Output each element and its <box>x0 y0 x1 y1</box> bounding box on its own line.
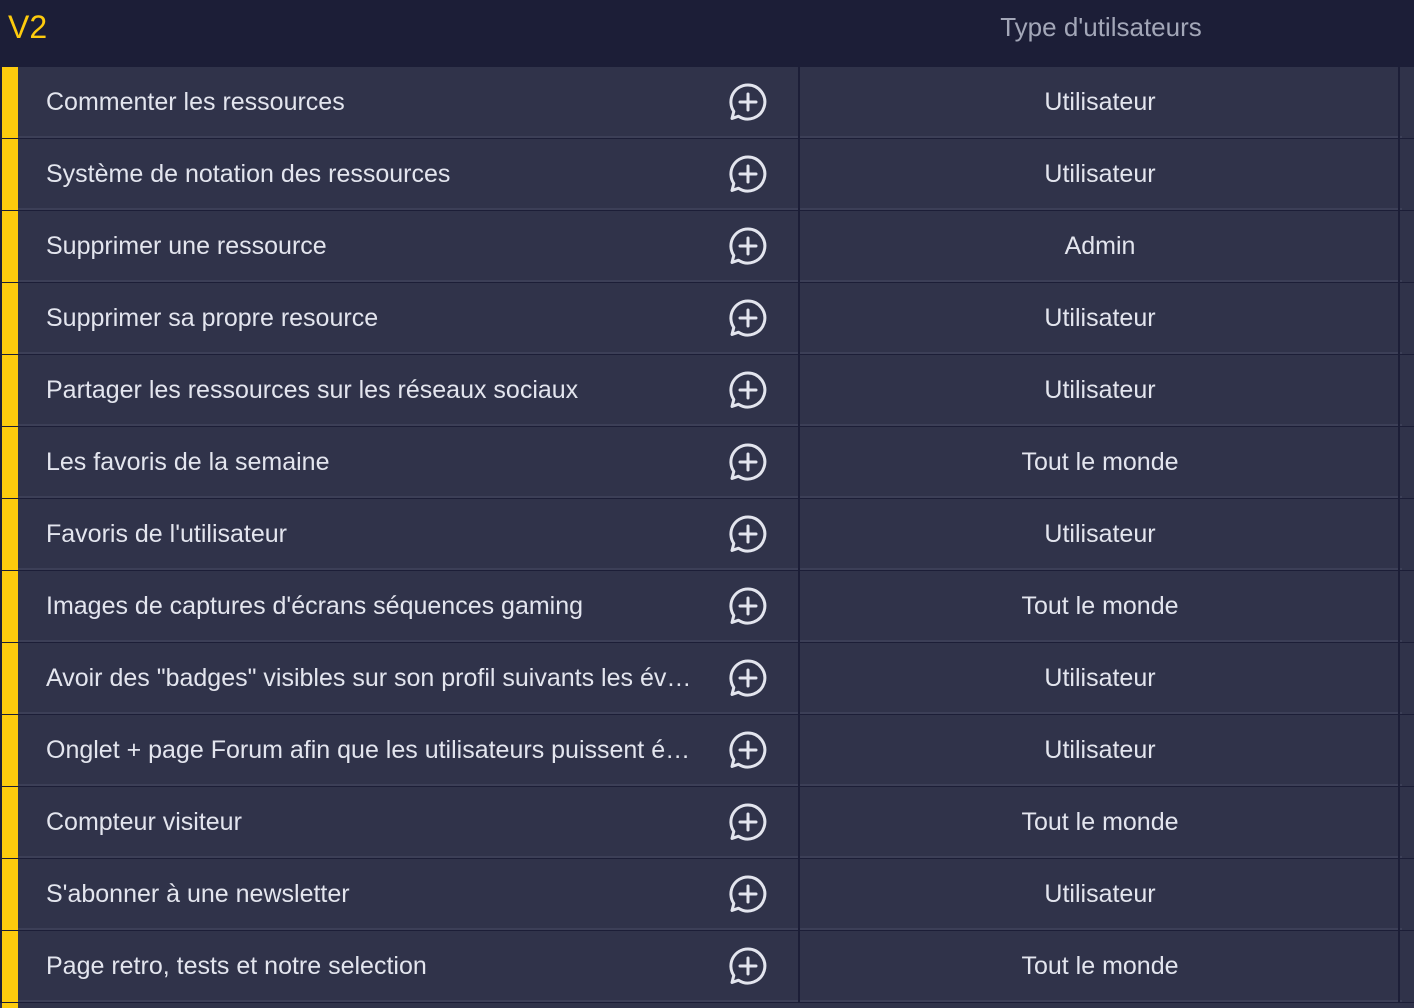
item-name[interactable]: Compteur visiteur <box>46 805 706 839</box>
item-name-cell[interactable]: Système de notation des ressources <box>18 139 800 210</box>
user-type-cell[interactable]: Tout le monde <box>802 787 1400 858</box>
item-name[interactable]: Les favoris de la semaine <box>46 445 706 479</box>
board-header: V2 Type d'utilsateurs <box>0 0 1414 67</box>
group-color-bar <box>2 643 18 714</box>
add-update-bubble-icon[interactable] <box>726 296 770 340</box>
group-color-bar <box>2 499 18 570</box>
item-name-cell[interactable]: Avoir des "badges" visibles sur son prof… <box>18 643 800 714</box>
table-row: Compteur visiteur Tout le monde <box>0 787 1414 859</box>
group-color-bar <box>2 139 18 210</box>
group-color-bar <box>2 571 18 642</box>
column-header-user-type[interactable]: Type d'utilsateurs <box>802 10 1400 44</box>
add-update-bubble-icon[interactable] <box>726 656 770 700</box>
user-type-cell[interactable]: Tout le monde <box>802 931 1400 1002</box>
group-color-bar <box>2 787 18 858</box>
item-name-cell[interactable]: Onglet + page Forum afin que les utilisa… <box>18 715 800 786</box>
user-type-cell[interactable]: Utilisateur <box>802 67 1400 138</box>
group-color-bar <box>2 715 18 786</box>
user-type-cell[interactable]: Utilisateur <box>802 643 1400 714</box>
user-type-cell[interactable]: Utilisateur <box>802 715 1400 786</box>
group-color-bar <box>2 211 18 282</box>
item-name[interactable]: S'abonner à une newsletter <box>46 877 706 911</box>
item-name[interactable]: Commenter les ressources <box>46 85 706 119</box>
add-update-bubble-icon[interactable] <box>726 800 770 844</box>
add-update-bubble-icon[interactable] <box>726 368 770 412</box>
item-name-cell[interactable]: S'abonner à une newsletter <box>18 859 800 930</box>
table-row: Système de notation des ressources Utili… <box>0 139 1414 211</box>
group-color-bar <box>2 859 18 930</box>
add-update-bubble-icon[interactable] <box>726 512 770 556</box>
add-update-bubble-icon[interactable] <box>726 728 770 772</box>
item-name-cell[interactable]: Compteur visiteur <box>18 787 800 858</box>
item-name[interactable]: Partager les ressources sur les réseaux … <box>46 373 706 407</box>
add-update-bubble-icon[interactable] <box>726 152 770 196</box>
group-color-bar <box>2 283 18 354</box>
item-name[interactable]: Onglet + page Forum afin que les utilisa… <box>46 733 706 767</box>
table-row: Supprimer sa propre resource Utilisateur <box>0 283 1414 355</box>
group-color-bar <box>2 67 18 138</box>
user-type-cell[interactable]: Tout le monde <box>802 427 1400 498</box>
table-row: S'abonner à une newsletter Utilisateur <box>0 859 1414 931</box>
user-type-cell[interactable]: Utilisateur <box>802 499 1400 570</box>
item-name[interactable]: Favoris de l'utilisateur <box>46 517 706 551</box>
item-name-cell[interactable]: Les favoris de la semaine <box>18 427 800 498</box>
item-name-cell[interactable]: Partager les ressources sur les réseaux … <box>18 355 800 426</box>
table-row: Favoris de l'utilisateur Utilisateur <box>0 499 1414 571</box>
item-name[interactable]: Système de notation des ressources <box>46 157 706 191</box>
add-update-bubble-icon[interactable] <box>726 872 770 916</box>
table-row: Images de captures d'écrans séquences ga… <box>0 571 1414 643</box>
user-type-cell[interactable]: Admin <box>802 211 1400 282</box>
add-update-bubble-icon[interactable] <box>726 944 770 988</box>
user-type-cell[interactable]: Utilisateur <box>802 859 1400 930</box>
table-row: Partager les ressources sur les réseaux … <box>0 355 1414 427</box>
group-title[interactable]: V2 <box>8 8 47 46</box>
item-name[interactable]: Page retro, tests et notre selection <box>46 949 706 983</box>
item-name-cell[interactable]: Supprimer une ressource <box>18 211 800 282</box>
add-update-bubble-icon[interactable] <box>726 224 770 268</box>
item-list: Commenter les ressources Utilisateur Sys… <box>0 67 1414 1003</box>
item-name-cell[interactable]: Images de captures d'écrans séquences ga… <box>18 571 800 642</box>
table-row: Onglet + page Forum afin que les utilisa… <box>0 715 1414 787</box>
item-name[interactable]: Avoir des "badges" visibles sur son prof… <box>46 661 706 695</box>
item-name[interactable]: Supprimer une ressource <box>46 229 706 263</box>
user-type-cell[interactable]: Utilisateur <box>802 355 1400 426</box>
item-name[interactable]: Images de captures d'écrans séquences ga… <box>46 589 706 623</box>
table-row: Commenter les ressources Utilisateur <box>0 67 1414 139</box>
add-update-bubble-icon[interactable] <box>726 80 770 124</box>
item-name-cell[interactable]: Favoris de l'utilisateur <box>18 499 800 570</box>
add-update-bubble-icon[interactable] <box>726 440 770 484</box>
table-row: Supprimer une ressource Admin <box>0 211 1414 283</box>
add-update-bubble-icon[interactable] <box>726 584 770 628</box>
table-row: Page retro, tests et notre selection Tou… <box>0 931 1414 1003</box>
item-name-cell[interactable]: Page retro, tests et notre selection <box>18 931 800 1002</box>
user-type-cell[interactable]: Tout le monde <box>802 571 1400 642</box>
group-color-bar <box>2 931 18 1002</box>
user-type-cell[interactable]: Utilisateur <box>802 283 1400 354</box>
item-name[interactable]: Supprimer sa propre resource <box>46 301 706 335</box>
group-color-bar <box>2 355 18 426</box>
group-color-bar <box>2 427 18 498</box>
item-name-cell[interactable]: Supprimer sa propre resource <box>18 283 800 354</box>
table-row: Les favoris de la semaine Tout le monde <box>0 427 1414 499</box>
user-type-cell[interactable]: Utilisateur <box>802 139 1400 210</box>
item-name-cell[interactable]: Commenter les ressources <box>18 67 800 138</box>
next-row-peek <box>0 1003 1414 1008</box>
table-row: Avoir des "badges" visibles sur son prof… <box>0 643 1414 715</box>
group-color-bar <box>2 1003 18 1008</box>
